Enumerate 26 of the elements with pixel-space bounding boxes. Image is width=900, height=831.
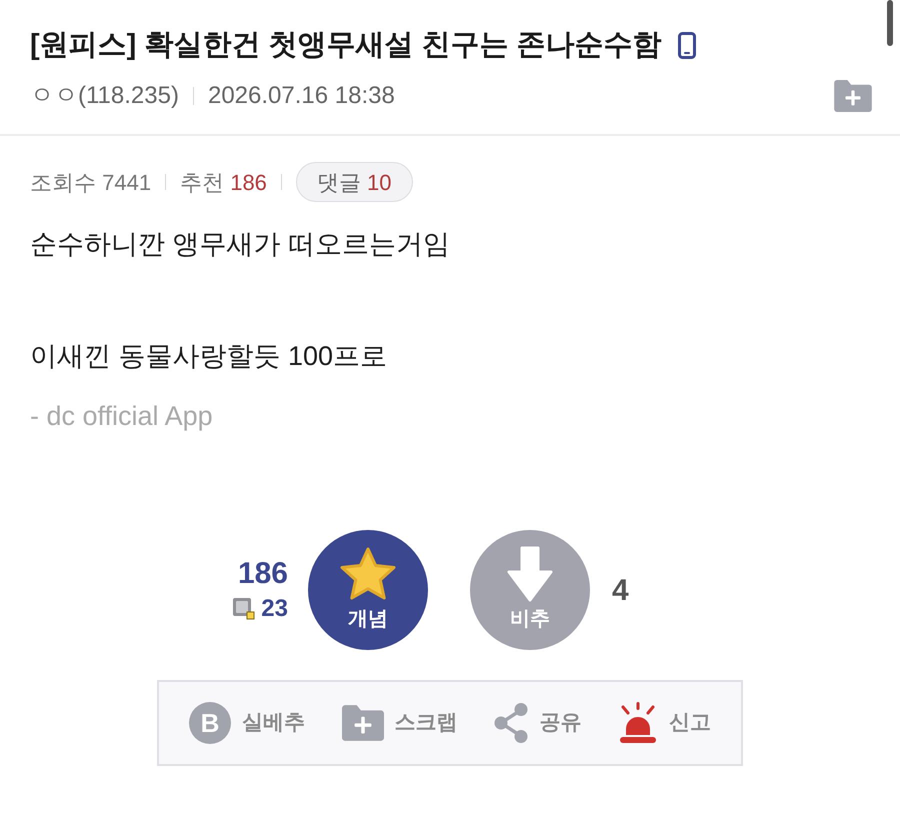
folder-plus-icon: [342, 705, 384, 741]
comment-count-button[interactable]: 댓글 10: [296, 162, 413, 202]
upvote-count: 186: [238, 556, 288, 592]
down-arrow-icon: [507, 546, 553, 602]
post-title: [원피스] 확실한건 첫앵무새설 친구는 존나순수함: [30, 28, 662, 63]
share-icon: [494, 703, 528, 743]
upvote-button[interactable]: 개념: [308, 530, 428, 650]
stat-text: 추천 186: [180, 168, 267, 196]
downvote-button[interactable]: 비추: [470, 530, 590, 650]
scrollbar-thumb[interactable]: [887, 0, 893, 46]
fixed-upvote-count: 23: [261, 594, 288, 624]
post-date: 2026.07.16 18:38: [208, 81, 395, 111]
stat-text: 조회수 7441: [30, 168, 152, 196]
action-button[interactable]: B 실베추: [189, 702, 305, 744]
body-paragraph: 이새낀 동물사랑할듯 100프로: [30, 340, 388, 373]
body-paragraph: 순수하니깐 앵무새가 떠오르는거임: [30, 228, 452, 261]
action-button[interactable]: 신고: [618, 702, 711, 744]
action-button[interactable]: 공유: [494, 703, 582, 743]
signature-text: - dc official App: [30, 400, 214, 433]
downvote-count: 4: [612, 574, 629, 606]
badge-icon: [233, 598, 256, 620]
folder-plus-icon: [834, 80, 872, 112]
star-icon: [338, 546, 398, 602]
action-button[interactable]: 스크랩: [342, 705, 458, 741]
writer-nickname[interactable]: ㅇㅇ(118.235): [30, 78, 179, 114]
siren-icon: [618, 702, 658, 744]
